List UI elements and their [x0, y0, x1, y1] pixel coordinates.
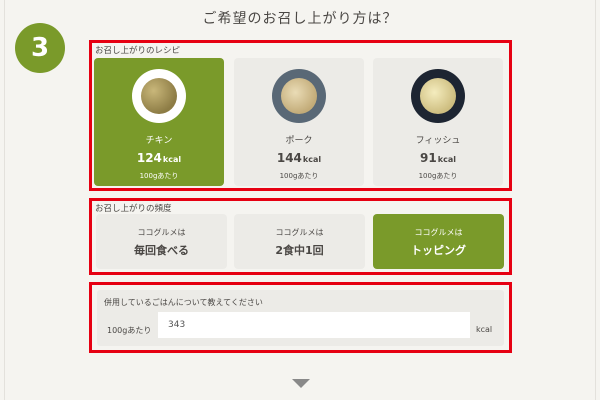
frequency-option-title: 毎回食べる: [134, 244, 189, 257]
recipe-card-chicken[interactable]: チキン 124kcal 100gあたり: [94, 58, 224, 186]
recipe-per-amount: 100gあたり: [279, 172, 319, 180]
frequency-option-one-in-two[interactable]: ココグルメは 2食中1回: [234, 214, 365, 269]
rice-question-label: 併用しているごはんについて教えてください: [104, 298, 263, 307]
recipe-kcal: 91kcal: [420, 151, 456, 165]
rice-kcal-unit: kcal: [476, 325, 493, 334]
recipe-per-amount: 100gあたり: [139, 172, 179, 180]
frequency-option-every-meal[interactable]: ココグルメは 毎回食べる: [96, 214, 227, 269]
recipe-section-label: お召し上がりのレシピ: [95, 46, 181, 56]
fish-dish-image: [411, 69, 465, 123]
frequency-option-title: トッピング: [411, 244, 466, 257]
rice-per-amount-label: 100gあたり: [107, 326, 152, 335]
frequency-option-title: 2食中1回: [275, 244, 324, 257]
recipe-kcal: 124kcal: [136, 151, 182, 165]
recipe-per-amount: 100gあたり: [418, 172, 458, 180]
recipe-card-pork[interactable]: ポーク 144kcal 100gあたり: [234, 58, 364, 186]
question-title: ご希望のお召し上がり方は？: [202, 11, 398, 27]
pork-dish-image: [272, 69, 326, 123]
recipe-name: ポーク: [285, 136, 313, 146]
chevron-down-icon[interactable]: [292, 379, 310, 388]
frequency-option-topping[interactable]: ココグルメは トッピング: [373, 214, 504, 269]
right-border-line: [595, 0, 596, 400]
recipe-name: フィッシュ: [415, 136, 461, 146]
chicken-dish-image: [132, 69, 186, 123]
rice-kcal-input[interactable]: [158, 312, 470, 338]
recipe-kcal: 144kcal: [276, 151, 322, 165]
frequency-option-subtitle: ココグルメは: [137, 228, 186, 237]
frequency-option-subtitle: ココグルメは: [275, 228, 324, 237]
step-number-badge: 3: [15, 23, 65, 73]
frequency-section-label: お召し上がりの頻度: [95, 204, 172, 214]
left-border-line: [4, 0, 5, 400]
recipe-name: チキン: [145, 136, 173, 146]
recipe-card-fish[interactable]: フィッシュ 91kcal 100gあたり: [373, 58, 503, 186]
frequency-option-subtitle: ココグルメは: [414, 228, 463, 237]
